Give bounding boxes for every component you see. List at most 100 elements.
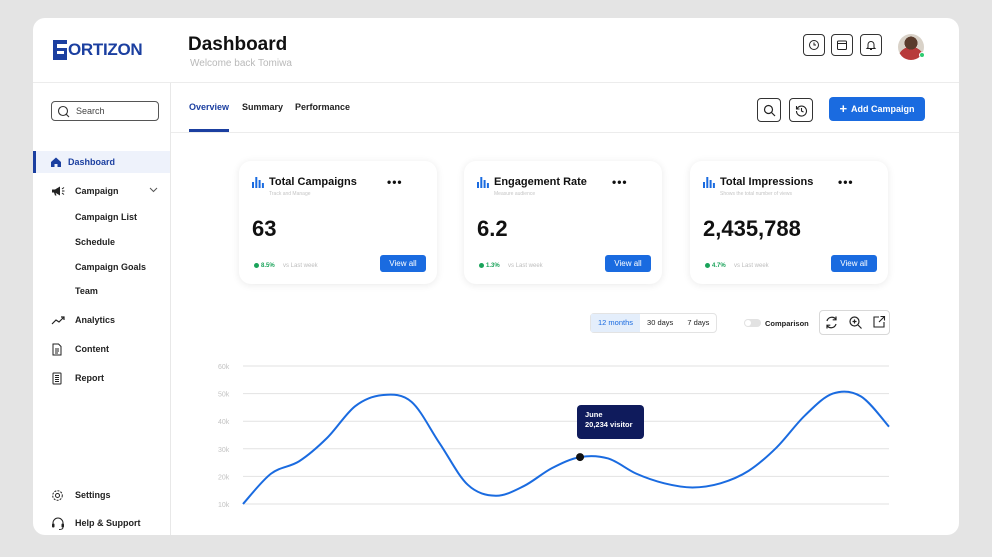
plus-icon: + [839, 101, 848, 116]
y-tick-label: 60k [218, 364, 230, 371]
trend-label: vs Last week [734, 263, 769, 269]
sidebar-subitem-schedule[interactable]: Schedule [75, 237, 115, 247]
card-value: 6.2 [477, 216, 508, 241]
more-options-icon[interactable]: ••• [838, 175, 854, 189]
y-tick-label: 10k [218, 502, 230, 509]
sidebar-item-label: Content [75, 344, 109, 354]
calendar-icon [837, 40, 847, 50]
search-button[interactable] [757, 98, 781, 122]
top-header: ORTIZON Dashboard Welcome back Tomiwa [33, 18, 959, 83]
sidebar-item-label: Dashboard [68, 157, 116, 167]
trend-dot-icon [254, 263, 259, 268]
sidebar-item-label: Help & Support [75, 518, 141, 528]
trend-icon [51, 316, 65, 325]
comparison-toggle[interactable] [744, 319, 761, 327]
more-options-icon[interactable]: ••• [612, 175, 628, 189]
expand-icon[interactable] [872, 315, 886, 329]
trend-label: vs Last week [508, 263, 543, 269]
range-option-12-months[interactable]: 12 months [591, 314, 641, 332]
sidebar-subitem-campaign-goals[interactable]: Campaign Goals [75, 262, 146, 272]
y-tick-label: 30k [218, 447, 230, 454]
refresh-icon[interactable] [824, 315, 839, 330]
bar-chart-icon [703, 177, 715, 188]
sidebar-item-help[interactable]: Help & Support [33, 512, 170, 534]
sidebar-item-analytics[interactable]: Analytics [33, 309, 170, 331]
tab-overview[interactable]: Overview [189, 102, 229, 112]
range-option-30-days[interactable]: 30 days [640, 314, 680, 332]
gear-icon [52, 490, 63, 501]
sidebar-subitem-campaign-list[interactable]: Campaign List [75, 212, 137, 222]
card-title: Total Impressions [720, 176, 814, 188]
y-tick-label: 50k [218, 392, 230, 399]
stat-card-total-campaigns: Total Campaigns Track and Manage ••• 63 … [239, 161, 437, 284]
chart-tooltip: June 20,234 visitor [577, 405, 644, 439]
sidebar-item-label: Analytics [75, 315, 116, 325]
trend-value: 1.3% [486, 263, 500, 270]
stat-card-total-impressions: Total Impressions Shows the total number… [690, 161, 888, 284]
app-window: ORTIZON Dashboard Welcome back Tomiwa Se… [33, 18, 959, 535]
headset-icon [52, 517, 64, 530]
search-input[interactable]: Search [51, 101, 159, 121]
search-icon [763, 104, 775, 116]
card-title: Total Campaigns [269, 176, 357, 188]
trend-label: vs Last week [283, 263, 318, 269]
notification-button[interactable] [860, 34, 882, 56]
view-all-button[interactable]: View all [831, 255, 877, 272]
add-campaign-label: Add Campaign [851, 104, 915, 114]
sidebar-item-label: Report [75, 373, 104, 383]
chevron-down-icon[interactable] [149, 187, 158, 193]
trend-dot-icon [479, 263, 484, 268]
sidebar-item-content[interactable]: Content [33, 338, 170, 360]
page-subtitle: Welcome back Tomiwa [190, 58, 292, 69]
calendar-button[interactable] [831, 34, 853, 56]
sidebar-subitem-team[interactable]: Team [75, 286, 98, 296]
history-icon [795, 105, 807, 117]
visitors-line-chart: 60k 50k 40k 30k 20k 10k [218, 364, 890, 509]
card-value: 2,435,788 [703, 216, 801, 241]
trend-badge: 4.7% [705, 263, 726, 269]
clock-button[interactable] [803, 34, 825, 56]
tab-summary[interactable]: Summary [242, 102, 283, 112]
tab-bar: Overview Summary Performance + Add Campa… [171, 83, 959, 133]
report-icon [52, 372, 62, 385]
bar-chart-icon [252, 177, 264, 188]
tooltip-value: 20,234 visitor [585, 420, 633, 429]
tab-performance[interactable]: Performance [295, 102, 350, 112]
add-campaign-button[interactable]: + Add Campaign [829, 97, 925, 121]
bell-icon [865, 41, 877, 50]
trend-badge: 8.5% [254, 263, 275, 269]
y-tick-label: 40k [218, 419, 230, 426]
more-options-icon[interactable]: ••• [387, 175, 403, 189]
zoom-in-icon[interactable] [848, 315, 863, 330]
sidebar-item-report[interactable]: Report [33, 367, 170, 389]
card-value: 63 [252, 216, 277, 241]
logo-mark-icon [53, 40, 67, 60]
view-all-button[interactable]: View all [380, 255, 426, 272]
page-title: Dashboard [188, 34, 288, 55]
search-placeholder: Search [76, 106, 105, 116]
trend-value: 4.7% [712, 263, 726, 270]
sidebar-item-campaign[interactable]: Campaign [33, 180, 170, 202]
document-icon [52, 343, 62, 356]
card-subtitle: Shows the total number of views [720, 191, 792, 197]
sidebar: Search Dashboard Campaign Campaign List … [33, 83, 171, 535]
sidebar-item-label: Campaign [75, 186, 119, 196]
bar-chart-icon [477, 177, 489, 188]
chart-toolbar [819, 310, 890, 335]
series-line [242, 390, 890, 505]
brand-logo[interactable]: ORTIZON [53, 40, 149, 60]
megaphone-icon [52, 186, 65, 196]
sidebar-item-settings[interactable]: Settings [33, 484, 170, 506]
comparison-label: Comparison [765, 319, 809, 328]
trend-badge: 1.3% [479, 263, 500, 269]
range-option-7-days[interactable]: 7 days [680, 314, 716, 332]
trend-value: 8.5% [261, 263, 275, 270]
card-title: Engagement Rate [494, 176, 587, 188]
sidebar-item-dashboard[interactable]: Dashboard [33, 151, 170, 173]
highlight-point[interactable] [576, 453, 585, 462]
sidebar-item-label: Settings [75, 490, 111, 500]
tooltip-label: June [585, 410, 603, 419]
view-all-button[interactable]: View all [605, 255, 651, 272]
search-icon [57, 105, 70, 118]
history-button[interactable] [789, 98, 813, 122]
